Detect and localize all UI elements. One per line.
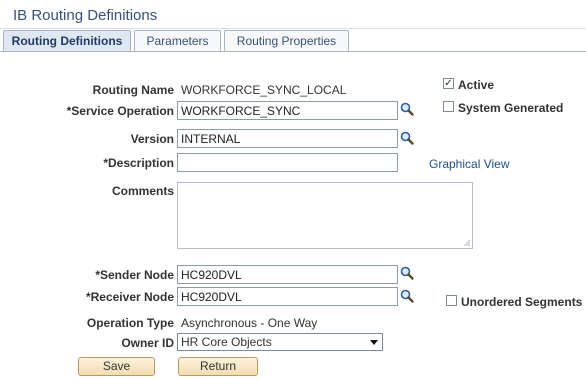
system-generated-checkbox[interactable]	[443, 101, 454, 112]
service-operation-label: *Service Operation	[66, 104, 174, 118]
description-label: *Description	[103, 156, 174, 170]
tab-parameters[interactable]: Parameters	[134, 30, 221, 51]
system-generated-checkbox-label: System Generated	[458, 101, 564, 115]
owner-id-label: Owner ID	[121, 336, 174, 350]
graphical-view-link[interactable]: Graphical View	[429, 157, 509, 171]
version-lookup-icon[interactable]	[400, 131, 414, 145]
return-button[interactable]: Return	[178, 357, 258, 376]
comments-textarea[interactable]	[177, 182, 473, 249]
sender-node-lookup-icon[interactable]	[400, 266, 414, 280]
save-button[interactable]: Save	[78, 357, 155, 376]
version-label: Version	[130, 132, 174, 146]
routing-name-value: WORKFORCE_SYNC_LOCAL	[181, 83, 347, 97]
title-divider	[0, 28, 586, 29]
tab-divider	[0, 51, 586, 52]
receiver-node-field[interactable]: HC920DVL	[177, 287, 398, 306]
sender-node-field[interactable]: HC920DVL	[177, 265, 398, 284]
service-operation-lookup-icon[interactable]	[400, 102, 414, 116]
tab-routing-properties[interactable]: Routing Properties	[224, 30, 349, 51]
page-title: IB Routing Definitions	[13, 7, 158, 24]
active-checkbox[interactable]: ✓	[443, 78, 454, 89]
version-field[interactable]: INTERNAL	[177, 129, 398, 148]
owner-id-select[interactable]: HR Core Objects	[177, 333, 383, 351]
operation-type-label: Operation Type	[86, 316, 174, 330]
receiver-node-label: *Receiver Node	[85, 290, 174, 304]
active-checkbox-label: Active	[458, 78, 495, 92]
receiver-node-lookup-icon[interactable]	[400, 289, 414, 303]
operation-type-value: Asynchronous - One Way	[181, 316, 318, 330]
description-field[interactable]	[177, 153, 398, 172]
unordered-segments-checkbox-label: Unordered Segments	[461, 295, 583, 309]
service-operation-field[interactable]: WORKFORCE_SYNC	[177, 101, 398, 120]
unordered-segments-checkbox[interactable]	[446, 295, 457, 306]
tab-routing-definitions[interactable]: Routing Definitions	[3, 30, 131, 52]
comments-label: Comments	[111, 184, 174, 198]
sender-node-label: *Sender Node	[95, 268, 174, 282]
resize-grip-icon[interactable]	[464, 240, 470, 246]
owner-id-selected-value: HR Core Objects	[181, 335, 272, 349]
chevron-down-icon	[370, 340, 378, 345]
routing-name-label: Routing Name	[92, 83, 174, 97]
